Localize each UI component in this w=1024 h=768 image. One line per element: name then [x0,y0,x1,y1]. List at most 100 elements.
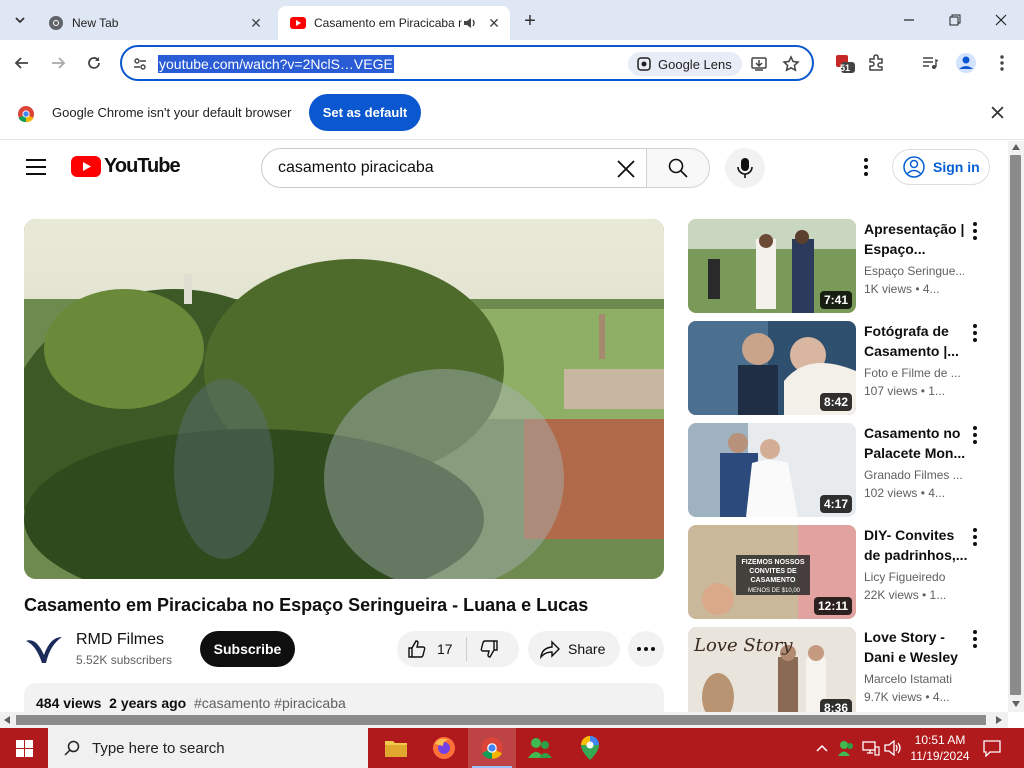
voice-search-button[interactable] [725,148,765,188]
hashtags[interactable]: #casamento #piracicaba [194,695,346,711]
share-label: Share [568,641,606,657]
reload-button[interactable] [80,49,108,77]
address-bar[interactable]: youtube.com/watch?v=2NclS…VEGE Google Le… [120,45,814,81]
channel-avatar[interactable] [24,629,64,669]
horizontal-scroll-thumb[interactable] [16,715,986,725]
related-channel[interactable]: Foto e Filme de ... [864,366,964,380]
close-infobar-icon[interactable] [991,106,1004,119]
related-thumbnail[interactable]: 4:17 [688,423,856,517]
horizontal-scrollbar[interactable] [0,712,1008,728]
maps-app[interactable] [566,728,614,768]
related-thumbnail[interactable]: FIZEMOS NOSSOS CONVITES DE CASAMENTO MEN… [688,525,856,619]
related-video[interactable]: 7:41 Apresentação | Espaço... Espaço Ser… [688,219,998,315]
scroll-left-arrow-icon[interactable] [4,716,10,724]
related-meta: 102 views • 4... [864,486,945,500]
google-lens-button[interactable]: Google Lens [628,52,742,76]
restore-button[interactable] [932,0,978,40]
clear-search-icon[interactable] [616,159,636,179]
set-as-default-button[interactable]: Set as default [309,94,421,131]
like-button[interactable]: 17 [407,639,453,659]
install-app-icon[interactable] [750,55,768,73]
notifications-button[interactable] [980,728,1004,768]
search-button[interactable] [646,148,710,188]
minimize-button[interactable] [886,0,932,40]
upload-age: 2 years ago [109,695,187,711]
related-channel[interactable]: Licy Figueiredo [864,570,964,584]
extension-badge-button[interactable]: 51 [830,49,858,77]
forward-button[interactable] [44,49,72,77]
taskbar-search-box[interactable]: Type here to search [48,728,368,768]
related-video[interactable]: Love Story 8:36 Love Story - Dani e Wesl… [688,627,998,712]
more-actions-button[interactable] [628,631,664,667]
file-explorer-app[interactable] [372,728,420,768]
related-title[interactable]: Love Story - Dani e Wesley [864,627,968,667]
related-menu-button[interactable] [971,629,979,649]
tab-search-button[interactable] [8,8,32,32]
related-title[interactable]: DIY- Convites de padrinhos,... [864,525,968,565]
related-thumbnail[interactable]: 7:41 [688,219,856,313]
related-channel[interactable]: Granado Filmes ... [864,468,964,482]
search-input[interactable]: casamento piracicaba [261,148,647,188]
related-video[interactable]: 8:42 Fotógrafa de Casamento |... Foto e … [688,321,998,417]
subscriber-count: 5.52K subscribers [76,653,173,667]
related-title[interactable]: Fotógrafa de Casamento |... [864,321,968,361]
related-menu-button[interactable] [971,221,979,241]
profile-button[interactable] [952,49,980,77]
subscribe-button[interactable]: Subscribe [200,631,295,667]
network-button[interactable] [860,728,882,768]
chrome-app[interactable] [468,728,516,768]
arrow-right-icon [52,57,66,69]
back-button[interactable] [8,49,36,77]
video-duration: 4:17 [819,495,852,513]
close-window-button[interactable] [978,0,1024,40]
extensions-button[interactable] [862,49,890,77]
show-hidden-icons-button[interactable] [812,728,832,768]
media-controls-button[interactable] [916,49,944,77]
new-tab-button[interactable]: + [518,9,542,33]
profile-icon [956,53,976,73]
firefox-app[interactable] [420,728,468,768]
scroll-down-arrow-icon[interactable] [1012,701,1020,707]
scroll-right-arrow-icon[interactable] [996,716,1002,724]
bookmark-star-icon[interactable] [782,55,800,73]
related-menu-button[interactable] [971,323,979,343]
dislike-button[interactable] [479,639,499,664]
settings-menu-button[interactable] [854,155,878,179]
related-menu-button[interactable] [971,527,979,547]
vertical-scrollbar[interactable] [1008,141,1024,712]
related-video[interactable]: FIZEMOS NOSSOS CONVITES DE CASAMENTO MEN… [688,525,998,621]
vertical-scroll-thumb[interactable] [1010,155,1021,695]
related-video[interactable]: 4:17 Casamento no Palacete Mon... Granad… [688,423,998,519]
close-tab-icon[interactable]: ✕ [246,13,266,33]
start-button[interactable] [0,728,48,768]
scroll-up-arrow-icon[interactable] [1012,144,1020,150]
chrome-menu-button[interactable] [988,49,1016,77]
people-app[interactable] [516,728,564,768]
site-info-icon[interactable] [132,56,148,72]
description-box[interactable]: 484 views 2 years ago #casamento #piraci… [24,683,664,712]
video-player[interactable] [24,219,664,579]
youtube-logo[interactable]: YouTube [71,155,181,178]
tray-people-app[interactable] [836,728,858,768]
tab-title: New Tab [72,16,119,30]
audio-playing-icon[interactable] [462,15,478,31]
search-query[interactable]: casamento piracicaba [278,159,434,177]
tab-new-tab[interactable]: New Tab ✕ [36,6,272,40]
share-button[interactable]: Share [528,631,620,667]
url-text[interactable]: youtube.com/watch?v=2NclS…VEGE [158,55,394,73]
related-thumbnail[interactable]: 8:42 [688,321,856,415]
related-channel[interactable]: Marcelo Istamati [864,672,964,686]
channel-name[interactable]: RMD Filmes [76,631,164,649]
related-thumbnail[interactable]: Love Story 8:36 [688,627,856,712]
related-title[interactable]: Casamento no Palacete Mon... [864,423,968,463]
tab-active-video[interactable]: Casamento em Piracicaba n ✕ [278,6,510,40]
sign-in-button[interactable]: Sign in [892,149,990,185]
taskbar-clock[interactable]: 10:51 AM 11/19/2024 [900,732,980,764]
related-menu-button[interactable] [971,425,979,445]
chevron-down-icon [15,17,25,24]
hamburger-menu-icon[interactable] [22,153,50,181]
close-tab-icon[interactable]: ✕ [484,13,504,33]
related-title[interactable]: Apresentação | Espaço... [864,219,968,259]
related-channel[interactable]: Espaço Seringue... [864,264,964,278]
microphone-icon [737,158,753,178]
